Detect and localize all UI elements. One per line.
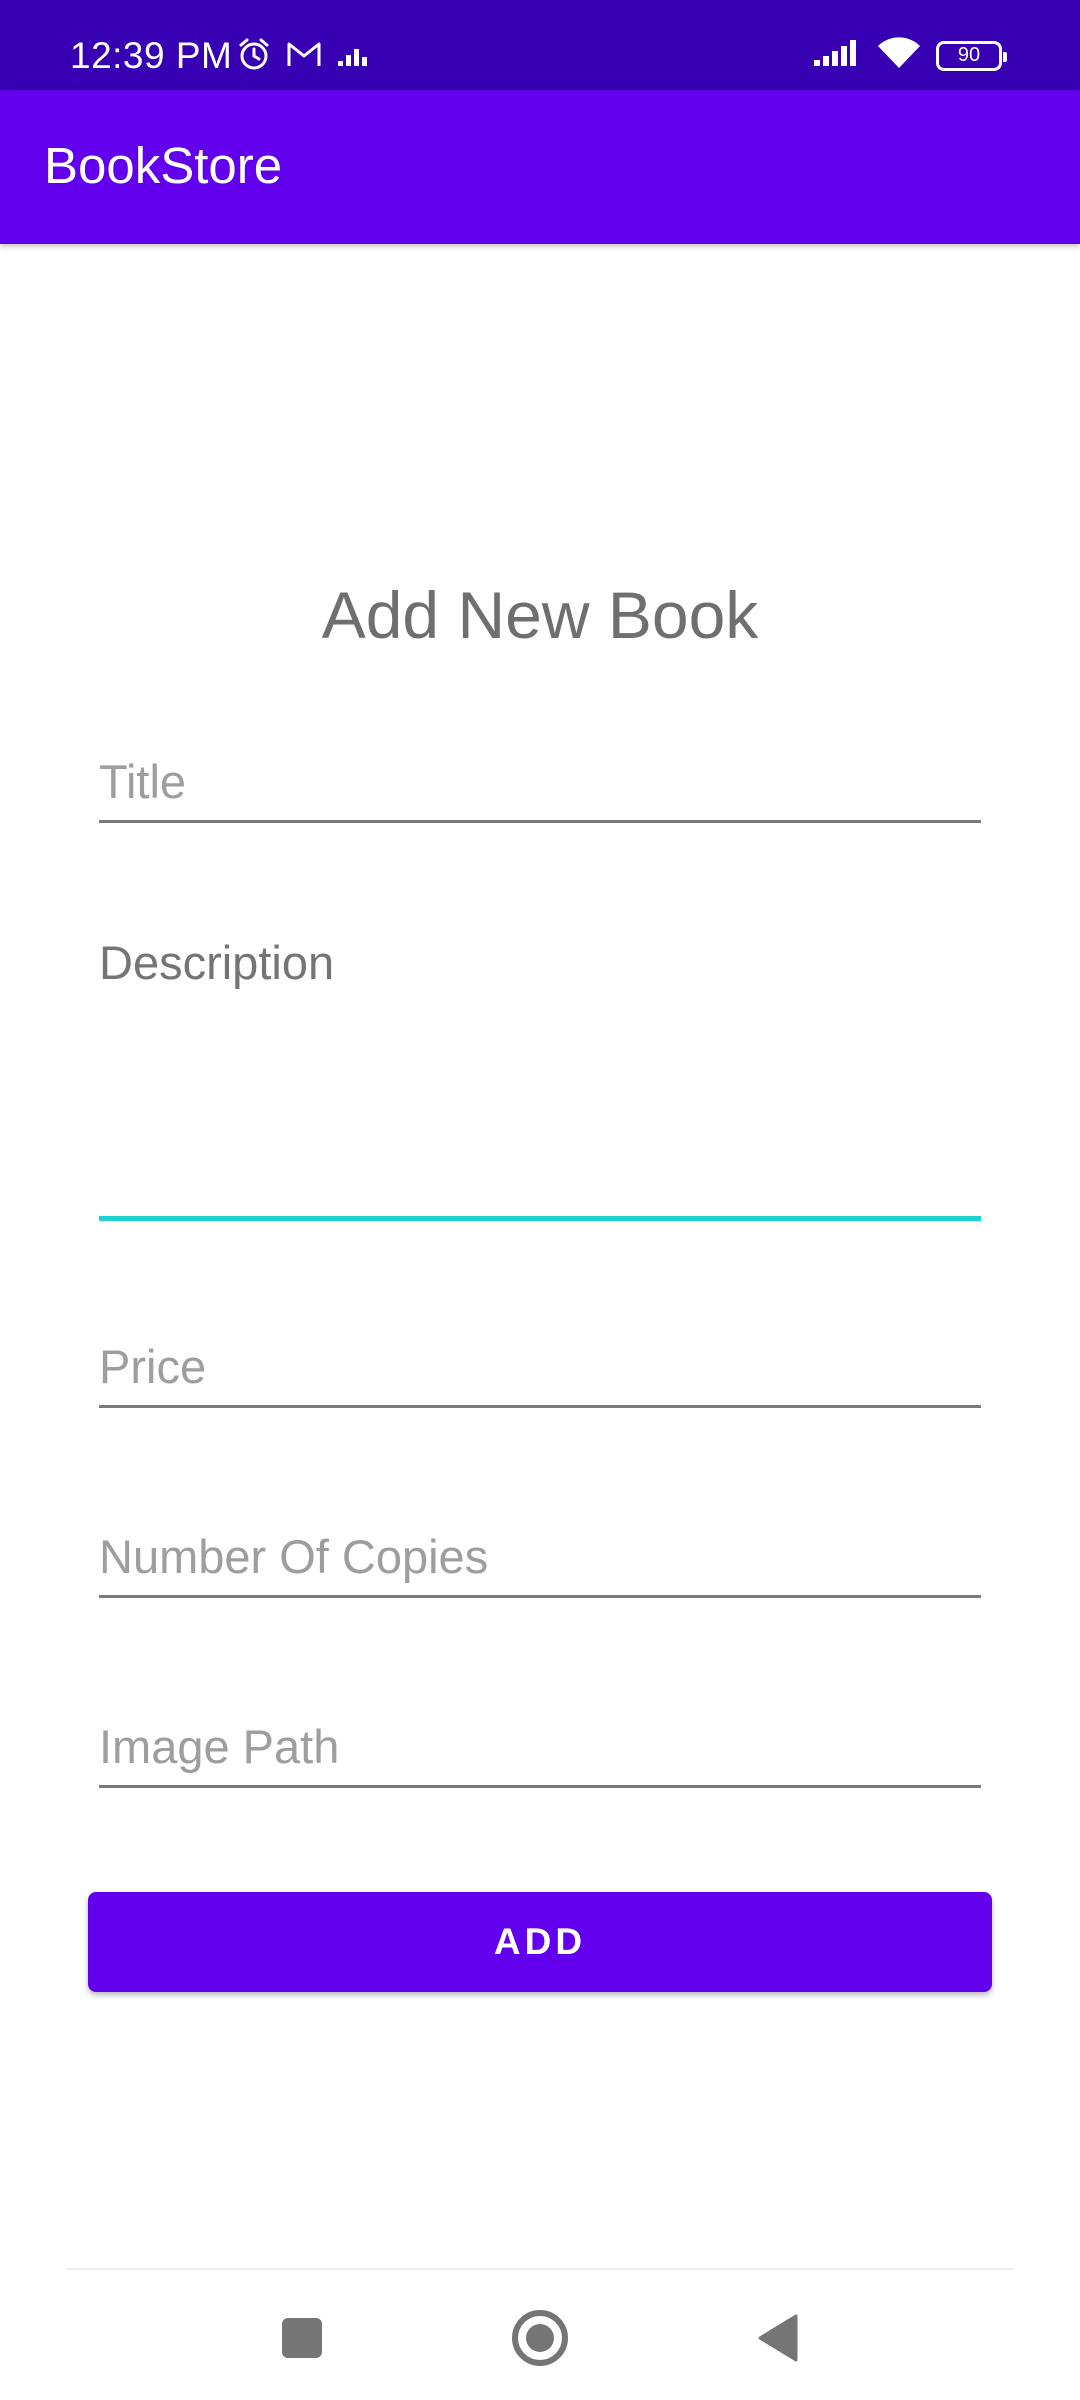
description-input[interactable] bbox=[99, 935, 981, 1205]
status-left-icons bbox=[236, 36, 372, 77]
equalizer-icon bbox=[336, 39, 372, 74]
title-input[interactable] bbox=[99, 753, 981, 809]
app-bar: BookStore bbox=[0, 90, 1080, 244]
copies-field[interactable] bbox=[99, 1520, 981, 1598]
price-underline bbox=[99, 1405, 981, 1408]
back-icon bbox=[756, 2313, 800, 2368]
recents-button[interactable] bbox=[262, 2300, 342, 2380]
title-underline bbox=[99, 820, 981, 823]
add-button[interactable]: ADD bbox=[88, 1892, 992, 1992]
status-right-icons: 90 bbox=[812, 36, 1007, 75]
price-field[interactable] bbox=[99, 1330, 981, 1408]
recents-icon bbox=[280, 2316, 324, 2365]
nav-bar bbox=[0, 2270, 1080, 2400]
app-title: BookStore bbox=[44, 137, 283, 194]
image-path-input[interactable] bbox=[99, 1718, 981, 1774]
copies-underline bbox=[99, 1595, 981, 1598]
home-icon bbox=[510, 2308, 570, 2373]
image-path-field[interactable] bbox=[99, 1710, 981, 1788]
alarm-icon bbox=[236, 36, 272, 77]
gmail-icon bbox=[286, 39, 322, 74]
status-time: 12:39 PM bbox=[70, 35, 233, 76]
wifi-icon bbox=[876, 36, 922, 75]
status-bar: 12:39 PM 90 bbox=[0, 0, 1080, 90]
copies-input[interactable] bbox=[99, 1528, 981, 1584]
image-path-underline bbox=[99, 1785, 981, 1788]
form-heading: Add New Book bbox=[321, 578, 759, 652]
signal-icon bbox=[812, 38, 862, 73]
price-input[interactable] bbox=[99, 1338, 981, 1394]
title-field[interactable] bbox=[99, 745, 981, 823]
description-underline bbox=[99, 1216, 981, 1221]
description-field[interactable] bbox=[99, 935, 981, 1221]
back-button[interactable] bbox=[738, 2300, 818, 2380]
battery-level: 90 bbox=[957, 44, 981, 66]
battery-icon: 90 bbox=[936, 40, 1007, 71]
home-button[interactable] bbox=[500, 2300, 580, 2380]
